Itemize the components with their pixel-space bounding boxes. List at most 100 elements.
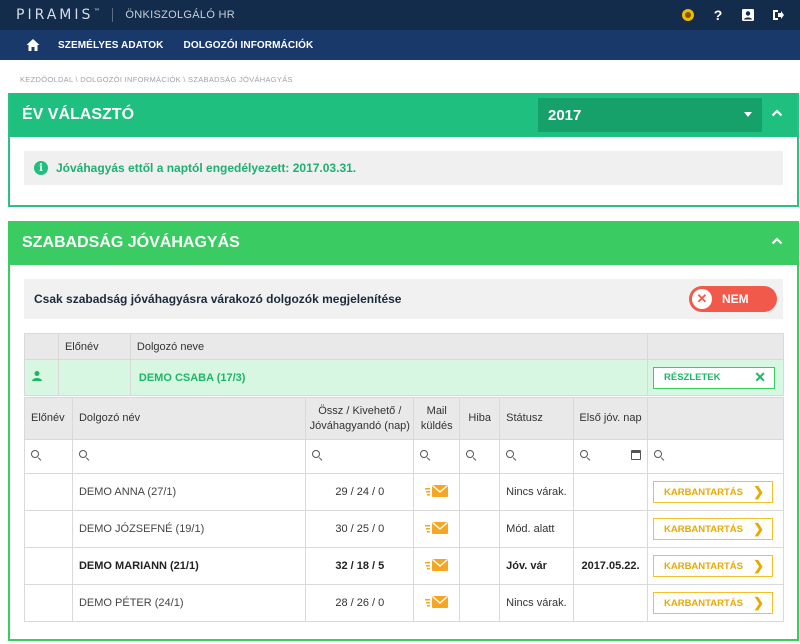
chevron-up-icon[interactable] [771,107,783,119]
first-day-value [573,584,648,622]
breadcrumb: KEZDŐOLDAL \ DOLGOZÓI INFORMÁCIÓK \ SZAB… [20,75,293,84]
maintenance-button[interactable]: KARBANTARTÁS ❯ [652,555,773,577]
selected-year: 2017 [548,106,582,124]
search-days[interactable] [305,439,415,474]
search-prefix[interactable] [24,439,73,474]
info-text: Jóváhagyás ettől a naptól engedélyezett:… [56,161,357,175]
mail-send-icon[interactable] [424,521,449,535]
help-icon[interactable]: ? [710,7,726,23]
home-icon[interactable] [26,38,40,52]
days-value: 28 / 26 / 0 [305,584,415,622]
panel-title: ÉV VÁLASZTÓ [22,106,135,123]
search-first-day[interactable] [573,439,648,474]
chevron-right-icon: ❯ [753,558,764,573]
group-table-header: Előnév Dolgozó neve [24,333,784,360]
search-icon [312,450,322,460]
search-icon [506,450,516,460]
employee-name: DEMO MARIANN (21/1) [71,547,307,585]
search-icon [31,450,41,460]
status-value: Nincs várak. [499,584,575,622]
days-value: 29 / 24 / 0 [305,473,415,511]
search-icon [78,450,89,460]
info-message: i Jóváhagyás ettől a naptól engedélyezet… [24,151,783,185]
status-value: Jóv. vár [499,547,575,585]
eye-icon[interactable] [680,7,696,23]
col-days: Össz / Kivehető / Jóváhagyandó (nap) [305,397,415,440]
table-row: DEMO PÉTER (24/1) 28 / 26 / 0 Nincs vára… [24,584,785,622]
search-row [24,439,785,474]
col-error: Hiba [459,397,501,440]
person-icon [32,371,42,381]
col-employee-name: Dolgozó név [71,397,307,440]
col-employee-name: Dolgozó neve [129,333,649,360]
first-day-value [573,510,648,548]
maintenance-button[interactable]: KARBANTARTÁS ❯ [652,592,773,614]
search-icon [653,450,664,460]
first-day-value [573,473,648,511]
maintenance-button[interactable]: KARBANTARTÁS ❯ [652,481,773,503]
first-day-value: 2017.05.22. [573,547,648,585]
table-row: DEMO MARIANN (21/1) 32 / 18 / 5 Jóv. vár… [24,547,785,585]
table-row: DEMO JÓZSEFNÉ (19/1) 30 / 25 / 0 Mód. al… [24,510,785,548]
calendar-icon[interactable] [630,450,641,460]
group-table: Előnév Dolgozó neve DEMO CSABA (17/3) RÉ… [24,333,784,396]
search-actions[interactable] [646,439,785,474]
search-icon [580,450,590,460]
brand-divider [112,8,114,22]
pending-filter-row: Csak szabadság jóváhagyásra várakozó dol… [24,279,783,319]
search-error[interactable] [459,439,501,474]
chevron-right-icon: ❯ [753,484,764,499]
search-icon [466,450,476,460]
caret-down-icon [744,112,752,117]
year-selector-panel: ÉV VÁLASZTÓ 2017 i Jóváhagyás ettől a na… [8,93,799,207]
mail-send-icon[interactable] [424,558,449,572]
close-icon: ✕ [754,369,766,385]
col-first-day: Első jóv. nap [573,397,648,440]
toggle-label: NEM [722,292,749,306]
mail-send-icon[interactable] [424,484,449,498]
approval-panel-header: SZABADSÁG JÓVÁHAGYÁS [10,221,797,265]
search-icon [420,450,430,460]
profile-icon[interactable] [740,7,756,23]
group-row[interactable]: DEMO CSABA (17/3) RÉSZLETEK ✕ [24,359,784,396]
chevron-right-icon: ❯ [753,521,764,536]
chevron-up-icon[interactable] [771,235,783,247]
table-row: DEMO ANNA (27/1) 29 / 24 / 0 Nincs várak… [24,473,785,511]
col-mail: Mail küldés [413,397,461,440]
top-icons: ? [680,0,786,30]
logout-icon[interactable] [770,7,786,23]
details-button[interactable]: RÉSZLETEK ✕ [653,366,775,389]
info-icon: i [34,161,48,175]
app-logo: PIRAMIS™ [16,7,101,23]
col-prefix: Előnév [24,397,73,440]
search-mail[interactable] [413,439,461,474]
app-name: ÖNKISZOLGÁLÓ HR [125,9,236,21]
employee-name: DEMO PÉTER (24/1) [71,584,307,622]
nav-item-employee-info[interactable]: DOLGOZÓI INFORMÁCIÓK [184,40,314,51]
leave-approval-panel: SZABADSÁG JÓVÁHAGYÁS Csak szabadság jóvá… [8,221,799,641]
employee-table: Előnév Dolgozó név Össz / Kivehető / Jóvá… [24,397,785,622]
status-value: Nincs várak. [499,473,575,511]
year-panel-header: ÉV VÁLASZTÓ 2017 [10,93,797,137]
filter-label: Csak szabadság jóváhagyásra várakozó dol… [34,292,402,306]
search-name[interactable] [71,439,307,474]
chevron-right-icon: ❯ [753,595,764,610]
employee-name: DEMO ANNA (27/1) [71,473,307,511]
search-status[interactable] [499,439,575,474]
days-value: 30 / 25 / 0 [305,510,415,548]
group-employee-name: DEMO CSABA (17/3) [129,359,649,396]
employee-name: DEMO JÓZSEFNÉ (19/1) [71,510,307,548]
top-bar: PIRAMIS™ ÖNKISZOLGÁLÓ HR ? [0,0,800,30]
col-prefix: Előnév [57,333,131,360]
days-value: 32 / 18 / 5 [305,547,415,585]
mail-send-icon[interactable] [424,595,449,609]
employee-table-header: Előnév Dolgozó név Össz / Kivehető / Jóvá… [24,397,785,440]
pending-only-toggle[interactable]: ✕ NEM [689,286,777,312]
close-icon: ✕ [692,289,712,309]
panel-title: SZABADSÁG JÓVÁHAGYÁS [22,234,240,251]
year-dropdown[interactable]: 2017 [538,98,762,132]
nav-item-personal-data[interactable]: SZEMÉLYES ADATOK [58,40,164,51]
main-nav: SZEMÉLYES ADATOK DOLGOZÓI INFORMÁCIÓK [0,30,800,60]
col-status: Státusz [499,397,575,440]
maintenance-button[interactable]: KARBANTARTÁS ❯ [652,518,773,540]
